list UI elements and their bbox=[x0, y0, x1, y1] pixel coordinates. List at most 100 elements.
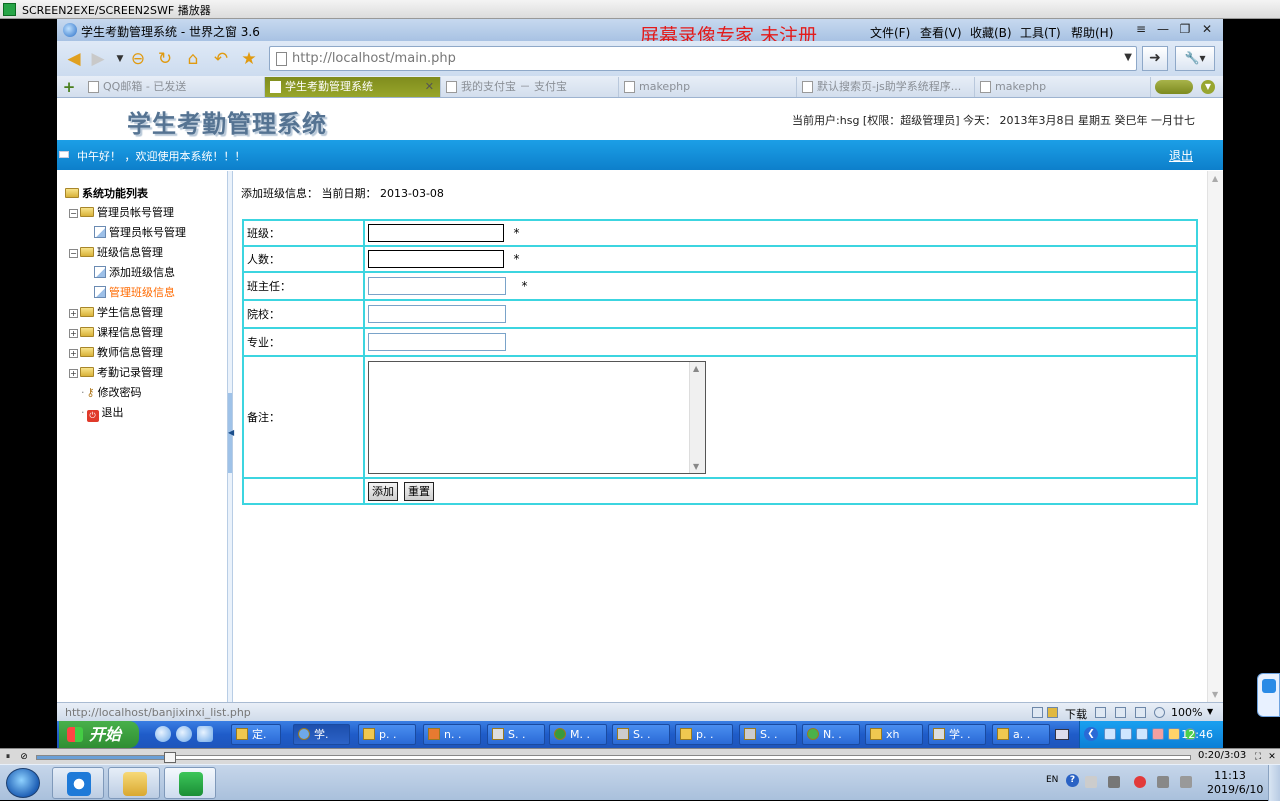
menu-favorites[interactable]: 收藏(B) bbox=[970, 24, 1012, 41]
task-item[interactable]: 学. . bbox=[928, 724, 986, 745]
page-scrollbar[interactable]: ▲ ▼ bbox=[1207, 171, 1223, 702]
task-item[interactable]: S. . bbox=[739, 724, 797, 745]
expand-icon[interactable]: + bbox=[69, 369, 78, 378]
scroll-down-icon[interactable]: ▼ bbox=[693, 462, 699, 471]
restore-icon[interactable]: ❐ bbox=[1176, 21, 1194, 37]
menu-options-icon[interactable]: ≡ bbox=[1132, 21, 1150, 37]
tree-root[interactable]: 系统功能列表 bbox=[65, 185, 148, 201]
add-button[interactable]: 添加 bbox=[368, 481, 398, 501]
stop-icon[interactable]: ⊖ bbox=[127, 48, 149, 70]
playback-track[interactable] bbox=[36, 752, 1191, 763]
sound-icon[interactable] bbox=[1135, 707, 1146, 718]
class-input[interactable] bbox=[368, 224, 504, 242]
tray-icon[interactable] bbox=[1152, 728, 1164, 740]
quicklaunch-ie-icon[interactable] bbox=[155, 726, 171, 742]
tools-wrench-icon[interactable]: 🔧▾ bbox=[1175, 46, 1215, 71]
teamviewer-taskbar-button[interactable] bbox=[52, 767, 104, 799]
tab-menu-icon[interactable]: ▼ bbox=[1201, 80, 1215, 94]
tree-folder-admin[interactable]: − 管理员帐号管理 bbox=[69, 204, 174, 220]
tray-icon[interactable] bbox=[1168, 728, 1180, 740]
download-icon[interactable] bbox=[1047, 707, 1058, 718]
tab-list-toggle-icon[interactable] bbox=[1155, 80, 1193, 94]
volume-icon[interactable] bbox=[1157, 776, 1169, 788]
go-button[interactable]: ➜ bbox=[1142, 46, 1168, 71]
popup-block-icon[interactable] bbox=[1032, 707, 1043, 718]
expand-icon[interactable]: + bbox=[69, 309, 78, 318]
address-dropdown-icon[interactable]: ▼ bbox=[1124, 52, 1132, 63]
task-item[interactable]: S. . bbox=[487, 724, 545, 745]
download-label[interactable]: 下载 bbox=[1065, 706, 1087, 721]
address-bar[interactable]: http://localhost/main.php ▼ bbox=[269, 46, 1137, 71]
show-desktop-button[interactable] bbox=[1268, 765, 1280, 801]
quicklaunch-tool-icon[interactable] bbox=[197, 726, 213, 742]
win7-start-orb-icon[interactable] bbox=[6, 768, 40, 798]
tray-settings-icon[interactable] bbox=[1085, 776, 1097, 788]
tray-app-icon[interactable] bbox=[1108, 776, 1120, 788]
favorites-star-icon[interactable]: ★ bbox=[238, 48, 260, 70]
remark-textarea[interactable]: ▲ ▼ bbox=[368, 360, 706, 474]
tab-makephp-2[interactable]: makephp bbox=[975, 77, 1151, 97]
refresh-icon[interactable]: ↻ bbox=[154, 48, 176, 70]
close-icon[interactable]: ✕ bbox=[1198, 21, 1216, 37]
major-input[interactable] bbox=[368, 333, 506, 351]
tree-item-add-class[interactable]: 添加班级信息 bbox=[94, 264, 175, 280]
task-item[interactable]: 定. bbox=[231, 724, 281, 745]
tray-icon[interactable] bbox=[1120, 728, 1132, 740]
tab-attendance-system[interactable]: 学生考勤管理系统 ✕ bbox=[265, 77, 441, 97]
pause-icon[interactable]: ⏸ bbox=[2, 751, 14, 763]
back-icon[interactable]: ◀ bbox=[63, 48, 85, 70]
stop-icon[interactable]: ⊘ bbox=[18, 751, 30, 763]
language-indicator[interactable]: EN bbox=[1046, 775, 1058, 785]
tree-item-manage-class[interactable]: 管理班级信息 bbox=[94, 284, 175, 300]
status-tool-icon[interactable] bbox=[1095, 707, 1106, 718]
task-item[interactable]: p. . bbox=[675, 724, 733, 745]
reset-button[interactable]: 重置 bbox=[404, 481, 434, 501]
keyboard-icon[interactable] bbox=[1055, 729, 1069, 740]
textarea-scrollbar[interactable]: ▲ ▼ bbox=[689, 361, 705, 473]
menu-help[interactable]: 帮助(H) bbox=[1071, 24, 1113, 41]
menu-tools[interactable]: 工具(T) bbox=[1020, 24, 1061, 41]
task-item[interactable]: p. . bbox=[358, 724, 416, 745]
tree-folder-teacher[interactable]: + 教师信息管理 bbox=[69, 344, 163, 360]
status-tool-icon-2[interactable] bbox=[1115, 707, 1126, 718]
tree-folder-class[interactable]: − 班级信息管理 bbox=[69, 244, 163, 260]
zoom-level[interactable]: 100% bbox=[1171, 706, 1202, 719]
help-icon[interactable]: ? bbox=[1066, 774, 1079, 787]
player-taskbar-button[interactable] bbox=[164, 767, 216, 799]
new-tab-icon[interactable]: + bbox=[61, 77, 77, 97]
zoom-icon[interactable] bbox=[1154, 707, 1165, 718]
tree-item-exit[interactable]: · ⏻ 退出 bbox=[81, 404, 124, 422]
undo-close-icon[interactable]: ↶ bbox=[210, 48, 232, 70]
tray-icon[interactable] bbox=[1104, 728, 1116, 740]
explorer-taskbar-button[interactable] bbox=[108, 767, 160, 799]
tab-search-page[interactable]: 默认搜索页-js助学系统程序... bbox=[797, 77, 975, 97]
tray-icon[interactable] bbox=[1136, 728, 1148, 740]
forward-icon[interactable]: ▶ bbox=[87, 48, 109, 70]
tab-makephp[interactable]: makephp bbox=[619, 77, 797, 97]
tray-expand-icon[interactable]: ❮ bbox=[1084, 727, 1098, 741]
tab-close-icon[interactable]: ✕ bbox=[425, 77, 434, 97]
collapse-icon[interactable]: − bbox=[69, 249, 78, 258]
expand-icon[interactable]: + bbox=[69, 329, 78, 338]
task-item[interactable]: N. . bbox=[802, 724, 860, 745]
minimize-icon[interactable]: — bbox=[1154, 21, 1172, 37]
sidebar-splitter[interactable]: ◀ bbox=[227, 171, 234, 702]
fullscreen-icon[interactable]: ⛶ bbox=[1252, 751, 1264, 763]
quicklaunch-browser-icon[interactable] bbox=[176, 726, 192, 742]
count-input[interactable] bbox=[368, 250, 504, 268]
task-item[interactable]: n. . bbox=[423, 724, 481, 745]
tray-antivirus-icon[interactable] bbox=[1134, 776, 1146, 788]
collapse-sidebar-icon[interactable]: ◀ bbox=[228, 393, 234, 473]
teacher-input[interactable] bbox=[368, 277, 506, 295]
menu-file[interactable]: 文件(F) bbox=[870, 24, 910, 41]
tree-folder-course[interactable]: + 课程信息管理 bbox=[69, 324, 163, 340]
tree-folder-attendance[interactable]: + 考勤记录管理 bbox=[69, 364, 163, 380]
task-item[interactable]: S. . bbox=[612, 724, 670, 745]
home-icon[interactable]: ⌂ bbox=[182, 48, 204, 70]
logout-link[interactable]: 退出 bbox=[1169, 147, 1193, 164]
task-item[interactable]: xh bbox=[865, 724, 923, 745]
task-item-active[interactable]: 学. bbox=[293, 724, 350, 745]
scroll-up-icon[interactable]: ▲ bbox=[1212, 174, 1218, 183]
tab-alipay[interactable]: 我的支付宝 － 支付宝 bbox=[441, 77, 619, 97]
tab-qq-mail[interactable]: QQ邮箱 - 已发送 bbox=[83, 77, 265, 97]
